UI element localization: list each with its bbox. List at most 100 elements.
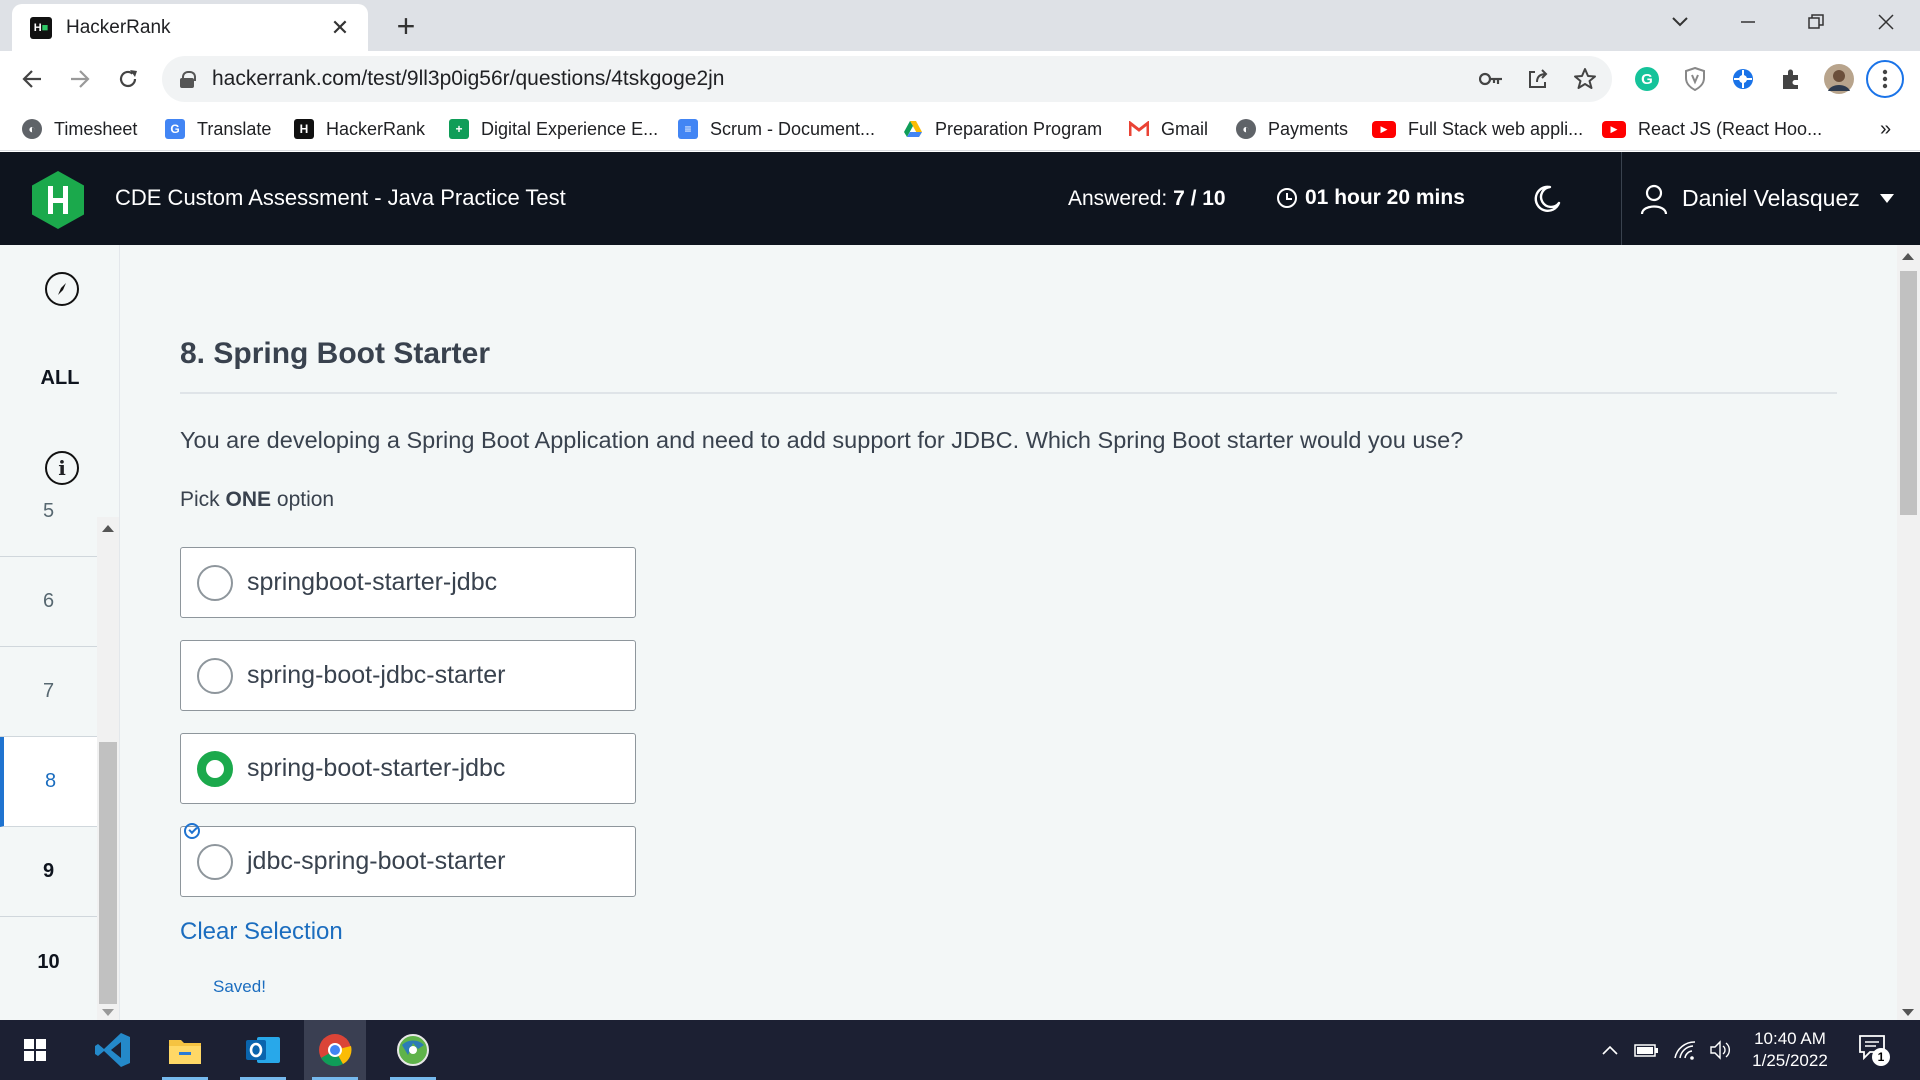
all-questions-tab[interactable]: ALL — [0, 367, 119, 390]
bookmark-react-js[interactable]: ▶ React JS (React Hoo... — [1602, 113, 1822, 145]
shield-icon[interactable] — [1676, 60, 1714, 98]
user-menu[interactable]: Daniel Velasquez — [1621, 152, 1920, 245]
page-scrollbar[interactable] — [1897, 245, 1920, 1020]
sheets-icon: + — [449, 119, 469, 139]
answered-value: 7 / 10 — [1173, 187, 1226, 210]
option-2[interactable]: spring-boot-jdbc-starter — [180, 640, 636, 711]
test-title: CDE Custom Assessment - Java Practice Te… — [115, 185, 566, 210]
windows-taskbar: 10:40 AM 1/25/2022 1 — [0, 1020, 1920, 1080]
hackerrank-logo-icon[interactable] — [30, 170, 86, 230]
battery-icon[interactable] — [1630, 1020, 1664, 1080]
bookmark-gmail[interactable]: Gmail — [1129, 113, 1208, 145]
extension-puzzle-blue-icon[interactable] — [1724, 60, 1762, 98]
scroll-up-icon[interactable] — [1902, 253, 1914, 260]
bookmark-preparation-program[interactable]: Preparation Program — [903, 113, 1102, 145]
scroll-down-icon[interactable] — [102, 1009, 114, 1016]
option-label: spring-boot-jdbc-starter — [247, 661, 506, 689]
radio-button-selected[interactable] — [197, 750, 233, 787]
bookmark-label: Digital Experience E... — [481, 118, 659, 139]
clock-icon — [1277, 188, 1297, 208]
option-label: springboot-starter-jdbc — [247, 568, 498, 596]
question-item-6[interactable]: 6 — [0, 557, 97, 647]
windows-start-icon[interactable] — [4, 1020, 66, 1080]
back-arrow-icon[interactable] — [12, 59, 52, 99]
option-3[interactable]: spring-boot-starter-jdbc — [180, 733, 636, 804]
volume-icon[interactable] — [1704, 1020, 1738, 1080]
scroll-up-icon[interactable] — [102, 525, 114, 532]
rail-scrollbar[interactable] — [97, 517, 119, 1020]
clear-selection-link[interactable]: Clear Selection — [180, 918, 343, 946]
minimize-icon[interactable] — [1720, 0, 1776, 44]
browser-tab[interactable]: H ■ HackerRank ✕ — [12, 4, 368, 51]
pick-instruction: Pick ONE option — [180, 488, 334, 512]
dark-mode-moon-icon[interactable] — [1530, 182, 1564, 216]
scrollbar-thumb[interactable] — [1900, 271, 1917, 515]
pick-count: ONE — [225, 488, 272, 511]
profile-avatar[interactable] — [1820, 60, 1858, 98]
tab-close-icon[interactable]: ✕ — [326, 15, 354, 41]
translate-icon: G — [165, 119, 185, 139]
bookmark-label: HackerRank — [326, 118, 426, 139]
wifi-icon[interactable] — [1668, 1020, 1702, 1080]
address-bar[interactable]: hackerrank.com/test/9ll3p0ig56r/question… — [162, 56, 1612, 102]
bookmark-timesheet[interactable]: ◐ Timesheet — [22, 113, 137, 145]
option-label: jdbc-spring-boot-starter — [247, 847, 506, 875]
bookmark-translate[interactable]: G Translate — [165, 113, 271, 145]
timer-text: 01 hour 20 mins — [1305, 186, 1465, 209]
share-icon[interactable] — [1521, 62, 1555, 96]
compass-icon[interactable] — [45, 272, 79, 306]
bookmark-label: Translate — [197, 118, 272, 139]
bookmark-label: Scrum - Document... — [710, 118, 876, 139]
clock-time: 10:40 AM — [1754, 1029, 1826, 1048]
scrollbar-thumb[interactable] — [99, 742, 117, 1004]
grammarly-icon[interactable]: G — [1628, 60, 1666, 98]
bookmark-digital-experience[interactable]: + Digital Experience E... — [449, 113, 658, 145]
vscode-icon[interactable] — [82, 1020, 144, 1080]
question-item-9[interactable]: 9 — [0, 827, 97, 917]
user-name: Daniel Velasquez — [1682, 185, 1860, 211]
drive-icon — [903, 119, 923, 139]
option-1[interactable]: springboot-starter-jdbc — [180, 547, 636, 618]
forward-arrow-icon[interactable] — [60, 59, 100, 99]
remote-desktop-icon[interactable] — [382, 1020, 444, 1080]
new-tab-button[interactable]: + — [388, 8, 424, 44]
bookmark-label: Timesheet — [54, 118, 138, 139]
restore-icon[interactable] — [1788, 0, 1844, 44]
bookmark-label: Preparation Program — [935, 118, 1103, 139]
bookmark-label: Full Stack web appli... — [1408, 118, 1584, 139]
radio-button[interactable] — [197, 843, 233, 880]
question-item-10[interactable]: 10 — [0, 917, 97, 1007]
scroll-down-icon[interactable] — [1902, 1009, 1914, 1016]
tab-search-icon[interactable] — [1652, 0, 1708, 44]
extensions-puzzle-icon[interactable] — [1772, 60, 1810, 98]
bookmark-full-stack[interactable]: ▶ Full Stack web appli... — [1372, 113, 1583, 145]
question-item-8[interactable]: 8 — [0, 737, 97, 827]
close-window-icon[interactable] — [1858, 0, 1914, 44]
bookmarks-overflow-button[interactable]: » — [1880, 113, 1891, 145]
option-4[interactable]: jdbc-spring-boot-starter — [180, 826, 636, 897]
chrome-menu-icon[interactable] — [1866, 60, 1904, 98]
key-icon[interactable] — [1474, 62, 1508, 96]
reload-icon[interactable] — [108, 59, 148, 99]
show-hidden-icons-icon[interactable] — [1596, 1020, 1624, 1080]
file-explorer-icon[interactable] — [154, 1020, 216, 1080]
bookmark-hackerrank[interactable]: H HackerRank — [294, 113, 425, 145]
question-title: 8. Spring Boot Starter — [180, 337, 491, 370]
hackerrank-icon: H — [294, 119, 314, 139]
system-clock[interactable]: 10:40 AM 1/25/2022 — [1740, 1028, 1840, 1072]
outlook-icon[interactable] — [232, 1020, 294, 1080]
bookmark-scrum-document[interactable]: ≡ Scrum - Document... — [678, 113, 875, 145]
action-center-icon[interactable]: 1 — [1858, 1034, 1890, 1066]
question-item-7[interactable]: 7 — [0, 647, 97, 737]
chrome-icon[interactable] — [304, 1020, 366, 1080]
question-item-5[interactable]: 5 — [0, 467, 97, 557]
radio-button[interactable] — [197, 564, 233, 601]
svg-text:G: G — [1641, 71, 1653, 88]
bookmark-payments[interactable]: ◐ Payments — [1236, 113, 1348, 145]
gmail-icon — [1129, 119, 1149, 139]
pick-prefix: Pick — [180, 488, 220, 511]
bookmark-star-icon[interactable] — [1568, 62, 1602, 96]
radio-button[interactable] — [197, 657, 233, 694]
browser-tabstrip: H ■ HackerRank ✕ + — [0, 0, 1920, 51]
url-text: hackerrank.com/test/9ll3p0ig56r/question… — [212, 67, 725, 90]
